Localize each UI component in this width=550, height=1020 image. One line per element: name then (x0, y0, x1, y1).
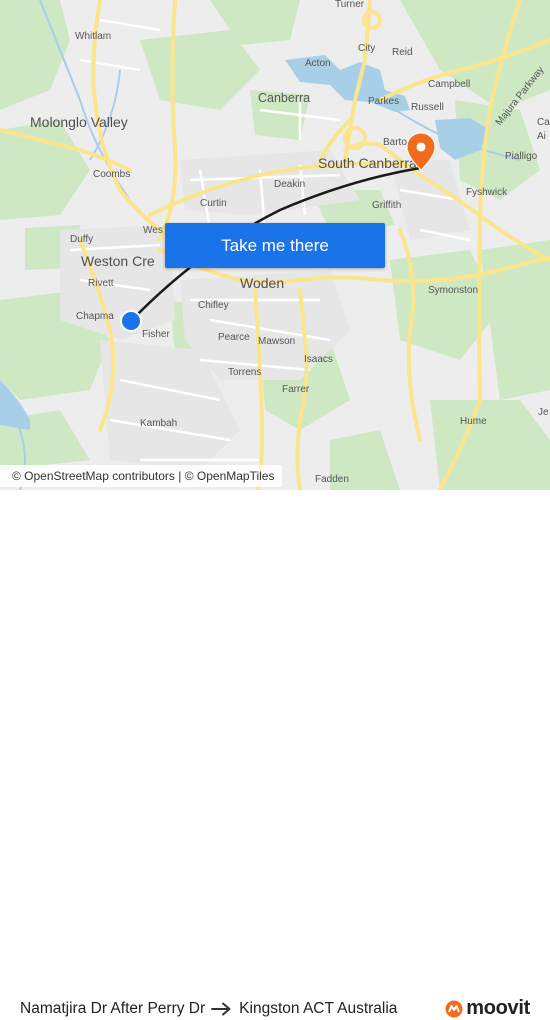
label-chapman: Chapma (76, 311, 114, 322)
label-isaacs: Isaacs (304, 354, 333, 365)
label-fadden: Fadden (315, 474, 349, 485)
label-south-canberra: South Canberra (318, 155, 417, 171)
arrow-right-icon (211, 1002, 231, 1016)
label-farrer: Farrer (282, 384, 310, 395)
label-rivett: Rivett (88, 278, 114, 289)
label-ca: Ca (537, 117, 550, 128)
label-molonglo-valley: Molonglo Valley (30, 114, 128, 130)
destination-name: Kingston ACT Australia (239, 1000, 398, 1017)
label-campbell: Campbell (428, 79, 470, 90)
label-symonston: Symonston (428, 285, 478, 296)
label-russell: Russell (411, 102, 444, 113)
label-barton: Barto (383, 137, 407, 148)
take-me-there-button[interactable]: Take me there (165, 223, 385, 268)
label-deakin: Deakin (274, 179, 305, 190)
label-fisher: Fisher (142, 329, 170, 340)
label-fyshwick: Fyshwick (466, 187, 508, 198)
label-turner: Turner (335, 0, 365, 10)
map-view[interactable]: Turner Whitlam City Reid Acton Campbell … (0, 0, 550, 490)
moovit-logo-icon (445, 1000, 463, 1017)
footer: Namatjira Dr After Perry Dr Kingston ACT… (0, 490, 550, 1019)
label-griffith: Griffith (372, 200, 401, 211)
route-summary: Namatjira Dr After Perry Dr Kingston ACT… (20, 1000, 397, 1018)
label-parkes: Parkes (368, 96, 399, 107)
label-ai: Ai (537, 131, 546, 142)
label-duffy: Duffy (70, 234, 93, 245)
moovit-wordmark: moovit (466, 997, 530, 1019)
label-city: City (358, 43, 375, 54)
label-kambah: Kambah (140, 418, 177, 429)
label-woden: Woden (240, 275, 284, 291)
label-torrens: Torrens (228, 367, 261, 378)
origin-name: Namatjira Dr After Perry Dr (20, 1000, 206, 1017)
label-acton: Acton (305, 58, 331, 69)
label-reid: Reid (392, 47, 413, 58)
label-canberra: Canberra (258, 91, 310, 105)
label-je: Je (538, 407, 549, 418)
moovit-logo[interactable]: moovit (445, 997, 530, 1020)
label-curtin: Curtin (200, 198, 227, 209)
map-attribution: © OpenStreetMap contributors | © OpenMap… (0, 465, 283, 487)
label-whitlam: Whitlam (75, 31, 111, 42)
label-mawson: Mawson (258, 336, 295, 347)
label-coombs: Coombs (93, 169, 130, 180)
label-weston-creek: Weston Cre (81, 253, 155, 269)
label-pearce: Pearce (218, 332, 250, 343)
label-pialligo: Pialligo (505, 151, 538, 162)
label-chifley: Chifley (198, 300, 229, 311)
origin-marker[interactable] (120, 310, 142, 332)
label-hume: Hume (460, 416, 487, 427)
label-weston: Wes (143, 225, 163, 236)
